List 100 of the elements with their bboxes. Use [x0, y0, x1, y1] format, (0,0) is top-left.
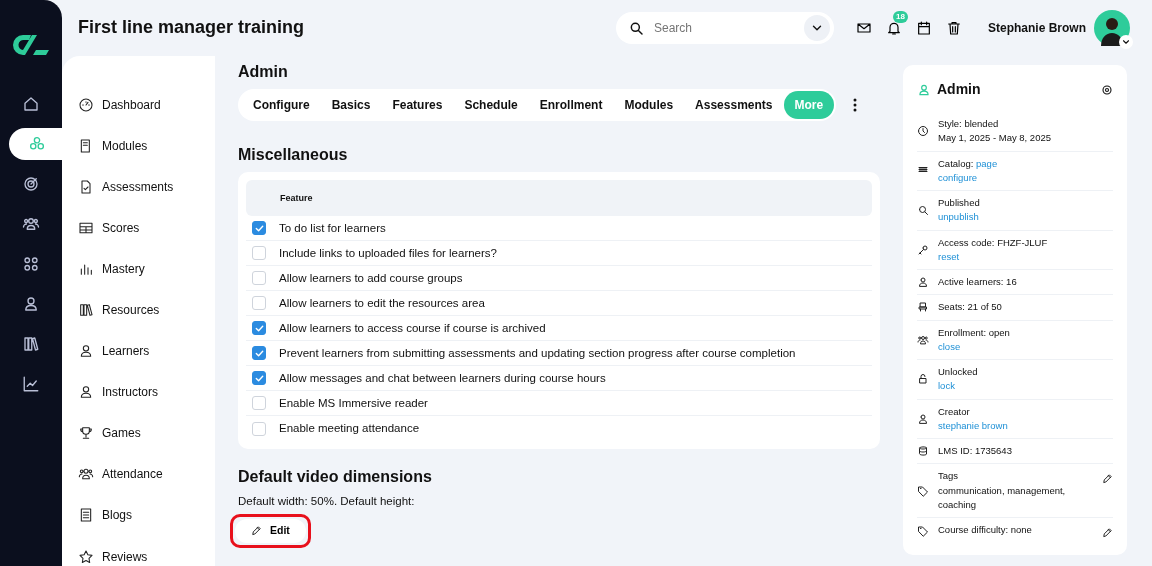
more-button[interactable] — [852, 98, 859, 113]
pencil-icon — [251, 525, 262, 537]
info-link[interactable]: close — [938, 339, 961, 354]
notifications-button[interactable] — [886, 20, 902, 36]
pencil-icon — [1102, 473, 1113, 485]
list-icon — [78, 507, 94, 524]
info-label: Active learners: 16 — [938, 275, 1018, 289]
database-icon — [917, 445, 929, 458]
chevron-down-icon — [1121, 37, 1131, 47]
trash-button[interactable] — [946, 20, 962, 36]
page-title: First line manager training — [78, 17, 305, 39]
sidebar-link[interactable]: Mastery — [102, 259, 145, 278]
feature-label: Allow learners to add course groups — [279, 270, 463, 286]
info-link[interactable]: unpublish — [938, 210, 979, 225]
info-detail: communication, management, coaching — [938, 483, 1067, 512]
search-icon — [628, 20, 644, 36]
tab[interactable]: Modules — [613, 91, 685, 120]
pencil-icon — [1102, 527, 1113, 538]
search-field[interactable]: Search — [652, 18, 796, 38]
feature-label: Enable MS Immersive reader — [279, 395, 428, 411]
key-icon — [917, 243, 929, 256]
lock-icon — [917, 373, 929, 386]
dropdown-button[interactable] — [804, 15, 830, 41]
info-label: Creator — [938, 404, 971, 419]
sidebar-link[interactable]: Reviews — [102, 547, 148, 566]
info-label: Access code: FHZF-JLUF — [938, 235, 1049, 250]
search-bar[interactable]: Search — [616, 12, 834, 44]
target-icon — [22, 175, 40, 193]
calendar-button[interactable] — [916, 20, 932, 36]
info-label: Course difficulty: none — [938, 523, 1033, 538]
panel-title: Admin — [937, 80, 981, 99]
feature-label: Enable meeting attendance — [279, 421, 420, 437]
rail-button[interactable] — [9, 128, 65, 160]
info-link[interactable]: page — [976, 157, 998, 169]
more-icon — [852, 98, 859, 113]
edit-button[interactable] — [1102, 473, 1113, 485]
nodes-icon — [28, 135, 46, 153]
clock-icon — [917, 125, 929, 138]
search-icon — [917, 204, 929, 217]
settings-button[interactable] — [1101, 83, 1113, 96]
feature-label: To do list for learners — [279, 220, 386, 236]
mail-icon — [856, 20, 872, 36]
edit-button[interactable] — [1102, 527, 1113, 538]
seat-icon — [917, 301, 929, 314]
info-link[interactable]: stephanie brown — [938, 418, 1008, 433]
section-title: Admin — [238, 62, 289, 82]
info-link[interactable]: reset — [938, 249, 960, 264]
info-label: Seats: 21 of 50 — [938, 300, 1003, 315]
sidebar-link[interactable]: Blogs — [102, 506, 133, 525]
document-icon — [78, 178, 94, 195]
person-icon — [78, 384, 94, 401]
info-label: Tags — [938, 469, 960, 484]
info-label: Enrollment: open — [938, 325, 1011, 340]
sidebar-link[interactable]: Games — [102, 424, 141, 443]
checkbox[interactable] — [252, 346, 266, 361]
books-icon — [78, 302, 94, 318]
trash-icon — [946, 20, 962, 36]
sidebar-link[interactable]: Scores — [102, 218, 140, 237]
sidebar-link[interactable]: Attendance — [102, 465, 163, 484]
info-label: Style: blended — [938, 117, 1000, 131]
gauge-icon — [78, 96, 94, 113]
bell-icon — [886, 20, 902, 36]
home-icon — [22, 95, 40, 113]
tab[interactable]: Basics — [320, 91, 382, 120]
sidebar-link[interactable]: Instructors — [102, 383, 158, 402]
calendar-icon — [916, 20, 932, 36]
info-detail: May 1, 2025 - May 8, 2025 — [938, 131, 1052, 146]
sidebar-link[interactable]: Dashboard — [102, 95, 161, 114]
info-label: Published — [938, 196, 981, 210]
checkbox[interactable] — [252, 371, 266, 386]
person-icon — [78, 343, 94, 360]
checkbox[interactable] — [252, 321, 266, 336]
tab[interactable]: Schedule — [453, 91, 529, 120]
user-name: Stephanie Brown — [988, 20, 1086, 37]
sidebar-link[interactable]: Resources — [102, 301, 160, 319]
tab[interactable]: Assessments — [684, 91, 784, 120]
chart-icon — [22, 375, 40, 393]
tab[interactable]: Enrollment — [528, 91, 614, 120]
info-link[interactable]: lock — [938, 379, 955, 394]
checkbox[interactable] — [252, 221, 266, 236]
info-label: Catalog: — [938, 157, 974, 169]
sidebar-link[interactable]: Learners — [102, 342, 150, 361]
dimensions-text: Default width: 50%. Default height: — [238, 493, 416, 509]
edit-button[interactable]: Edit — [235, 518, 306, 543]
sidebar-link[interactable]: Assessments — [102, 177, 174, 196]
avatar[interactable] — [1094, 10, 1130, 46]
person-icon — [917, 412, 929, 425]
feature-label: Prevent learners from submitting assessments and updating section progress after course completion — [279, 345, 796, 361]
info-link[interactable]: configure — [938, 170, 978, 185]
tab[interactable]: Features — [381, 91, 454, 120]
person-icon — [917, 82, 931, 97]
mail-button[interactable] — [856, 20, 872, 36]
info-label: Unlocked — [938, 365, 979, 379]
tab[interactable]: Configure — [242, 91, 321, 120]
tag-icon — [917, 484, 929, 497]
tag-icon — [917, 524, 929, 537]
feature-label: Allow messages and chat between learners during course hours — [279, 370, 606, 386]
info-label: LMS ID: 1735643 — [938, 444, 1013, 458]
section-title: Default video dimensions — [238, 467, 433, 487]
sidebar-link[interactable]: Modules — [102, 136, 148, 155]
